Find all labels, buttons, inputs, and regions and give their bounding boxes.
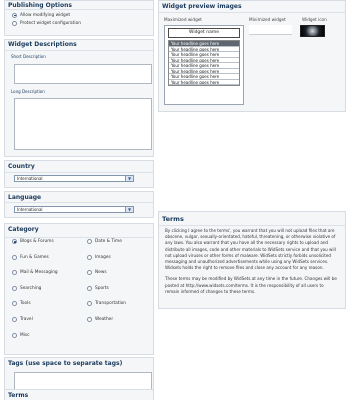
radio-unchecked-icon[interactable] xyxy=(12,285,17,291)
category-option[interactable]: Travel xyxy=(12,317,33,322)
category-option[interactable]: Transportation xyxy=(87,301,127,307)
chevron-down-icon[interactable]: ▼ xyxy=(125,207,133,212)
category-option-label: Transportation xyxy=(95,301,127,307)
long-description-label: Long Description xyxy=(11,89,45,94)
category-option[interactable]: Mail & Messaging xyxy=(12,270,58,276)
widget-descriptions-panel: Widget Descriptions Short Description Lo… xyxy=(4,39,154,157)
maximized-widget-label: Maximized widget xyxy=(164,17,202,22)
category-option[interactable]: Tools xyxy=(12,301,31,307)
radio-unchecked-icon[interactable] xyxy=(87,239,92,244)
radio-checked-icon[interactable] xyxy=(12,12,17,18)
category-option-label: Weather xyxy=(95,317,114,322)
long-description-input[interactable] xyxy=(14,98,152,150)
maximized-widget-image[interactable]: Widget name Your headline goes here Your … xyxy=(164,25,244,105)
category-option[interactable]: Misc xyxy=(12,332,30,338)
category-option-label: Misc xyxy=(20,332,30,338)
widget-icon-label: Widget icon xyxy=(302,17,327,22)
country-title: Country xyxy=(5,161,153,173)
widget-preview-title: Widget preview images xyxy=(159,1,345,13)
category-title: Category xyxy=(5,224,153,238)
terms-bottom-title: Terms xyxy=(8,392,29,399)
radio-unchecked-icon[interactable] xyxy=(12,317,17,322)
country-panel: Country International ▼ xyxy=(4,160,154,188)
category-option[interactable]: Date & Time xyxy=(87,239,122,244)
terms-paragraph: These terms may be modified by WidSets a… xyxy=(165,276,337,294)
option-protect-config[interactable]: Protect widget configuration xyxy=(12,19,146,27)
radio-unchecked-icon[interactable] xyxy=(12,270,17,276)
radio-unchecked-icon[interactable] xyxy=(87,317,92,322)
country-select[interactable]: International ▼ xyxy=(14,175,134,182)
radio-unchecked-icon[interactable] xyxy=(87,285,92,291)
category-option[interactable]: Searching xyxy=(12,285,42,291)
widget-headline-list: Your headline goes here Your headline goe… xyxy=(168,40,240,86)
terms-paragraph: By clicking I agree to the terms', you w… xyxy=(165,228,336,271)
country-selected-value: International xyxy=(17,176,43,181)
option-allow-modifying[interactable]: Allow modifying widget xyxy=(12,11,146,19)
category-option[interactable]: News xyxy=(87,270,107,276)
category-option[interactable]: Weather xyxy=(87,317,113,322)
category-option-label: News xyxy=(95,270,107,276)
terms-title: Terms xyxy=(159,212,345,226)
tags-title: Tags (use space to separate tags) xyxy=(8,360,123,367)
radio-unchecked-icon[interactable] xyxy=(12,254,17,260)
category-option[interactable]: Fun & Games xyxy=(12,254,49,260)
category-option-label: Tools xyxy=(20,301,31,307)
language-selected-value: International xyxy=(17,207,43,212)
radio-unchecked-icon[interactable] xyxy=(12,332,17,338)
option-label: Allow modifying widget xyxy=(20,12,71,18)
radio-unchecked-icon[interactable] xyxy=(87,254,92,260)
category-option[interactable]: Sports xyxy=(87,285,109,291)
category-option[interactable]: Blogs & Forums xyxy=(12,239,54,244)
minimized-widget-label: Minimized widget xyxy=(249,17,286,22)
widget-descriptions-title: Widget Descriptions xyxy=(5,40,153,51)
category-option-label: Sports xyxy=(95,285,109,291)
radio-checked-icon[interactable] xyxy=(12,239,17,244)
option-label: Protect widget configuration xyxy=(20,20,81,26)
widget-icon-image[interactable] xyxy=(300,25,325,37)
chevron-down-icon[interactable]: ▼ xyxy=(125,176,133,181)
category-option-label: Images xyxy=(95,254,111,260)
radio-unchecked-icon[interactable] xyxy=(12,20,17,26)
category-option-label: Date & Time xyxy=(95,239,122,244)
category-option-label: Searching xyxy=(20,285,42,291)
category-option-label: Mail & Messaging xyxy=(20,270,58,276)
widget-name: Widget name xyxy=(168,28,240,38)
language-title: Language xyxy=(5,192,153,203)
publishing-options-title: Publishing Options xyxy=(5,1,153,10)
category-option-label: Fun & Games xyxy=(20,254,49,260)
terms-bottom-panel: Terms xyxy=(4,389,154,400)
widget-headline-row: Your headline goes here xyxy=(169,80,239,85)
radio-unchecked-icon[interactable] xyxy=(87,301,92,307)
category-option-label: Travel xyxy=(20,317,33,322)
publishing-options-panel: Publishing Options Allow modifying widge… xyxy=(4,0,154,36)
terms-panel: Terms By clicking I agree to the terms',… xyxy=(158,211,346,309)
radio-unchecked-icon[interactable] xyxy=(87,270,92,276)
language-panel: Language International ▼ xyxy=(4,191,154,218)
minimized-widget-image[interactable] xyxy=(249,25,292,35)
radio-unchecked-icon[interactable] xyxy=(12,301,17,307)
category-option-label: Blogs & Forums xyxy=(20,239,54,244)
category-option[interactable]: Images xyxy=(87,254,111,260)
short-description-label: Short Description xyxy=(11,54,46,59)
short-description-input[interactable] xyxy=(14,64,152,84)
language-select[interactable]: International ▼ xyxy=(14,206,134,213)
